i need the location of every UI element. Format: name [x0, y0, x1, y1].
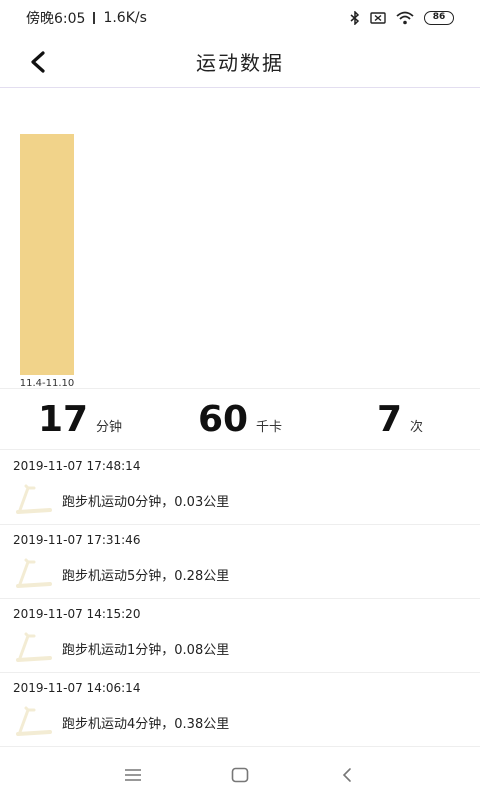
record-time: 2019-11-07 17:48:14 — [13, 459, 141, 473]
stat-minutes: 17 分钟 — [0, 399, 160, 440]
summary-stats: 17 分钟 60 千卡 7 次 — [0, 390, 480, 450]
status-net-speed: 1.6K/s — [103, 10, 147, 26]
chart-tick-label: 11.4-11.10 — [20, 378, 75, 389]
treadmill-icon — [16, 484, 52, 514]
calories-unit: 千卡 — [256, 420, 283, 435]
minutes-value: 17 — [37, 399, 89, 440]
page-title: 运动数据 — [196, 51, 284, 75]
menu-button[interactable] — [113, 755, 153, 795]
status-right: 86 — [350, 11, 454, 25]
treadmill-icon — [16, 706, 52, 736]
wifi-icon — [396, 11, 414, 25]
chevron-left-icon — [31, 51, 45, 73]
record-time: 2019-11-07 17:31:46 — [13, 533, 141, 547]
record-description: 跑步机运动4分钟，0.38公里 — [62, 717, 230, 732]
treadmill-icon — [16, 558, 52, 588]
status-left: 傍晚6:05 1.6K/s — [26, 8, 147, 28]
status-separator — [93, 12, 96, 24]
chart-bar — [20, 134, 74, 375]
list-item[interactable]: 2019-11-07 14:06:14 跑步机运动4分钟，0.38公里 — [0, 673, 480, 747]
system-nav-bar — [0, 750, 480, 800]
home-square-icon — [231, 767, 249, 783]
bluetooth-icon — [350, 11, 360, 25]
records-list: 2019-11-07 17:48:14 跑步机运动0分钟，0.03公里 2019… — [0, 451, 480, 751]
calories-value: 60 — [197, 399, 249, 440]
count-value: 7 — [376, 399, 403, 440]
list-item[interactable]: 2019-11-07 14:15:20 跑步机运动1分钟，0.08公里 — [0, 599, 480, 673]
no-sim-icon — [370, 12, 386, 24]
stat-count: 7 次 — [320, 399, 480, 440]
record-description: 跑步机运动5分钟，0.28公里 — [62, 569, 230, 584]
record-time: 2019-11-07 14:06:14 — [13, 681, 141, 695]
status-bar: 傍晚6:05 1.6K/s 86 — [0, 0, 480, 36]
list-item[interactable]: 2019-11-07 17:48:14 跑步机运动0分钟，0.03公里 — [0, 451, 480, 525]
treadmill-icon — [16, 632, 52, 662]
nav-back-button[interactable] — [327, 755, 367, 795]
menu-icon — [125, 769, 142, 781]
bar-chart-svg: 11.4-11.10 — [20, 134, 75, 389]
header: 运动数据 — [0, 36, 480, 88]
chevron-left-icon — [342, 768, 351, 782]
record-description: 跑步机运动0分钟，0.03公里 — [62, 495, 230, 510]
record-description: 跑步机运动1分钟，0.08公里 — [62, 643, 230, 658]
back-button[interactable] — [22, 46, 54, 78]
battery-icon: 86 — [424, 11, 454, 25]
minutes-unit: 分钟 — [96, 420, 123, 435]
weekly-chart: 11.4-11.10 — [0, 89, 480, 389]
list-item[interactable]: 2019-11-07 17:31:46 跑步机运动5分钟，0.28公里 — [0, 525, 480, 599]
stat-calories: 60 千卡 — [160, 399, 320, 440]
home-button[interactable] — [220, 755, 260, 795]
status-time: 傍晚6:05 — [26, 11, 86, 27]
count-unit: 次 — [410, 420, 424, 435]
record-time: 2019-11-07 14:15:20 — [13, 607, 141, 621]
